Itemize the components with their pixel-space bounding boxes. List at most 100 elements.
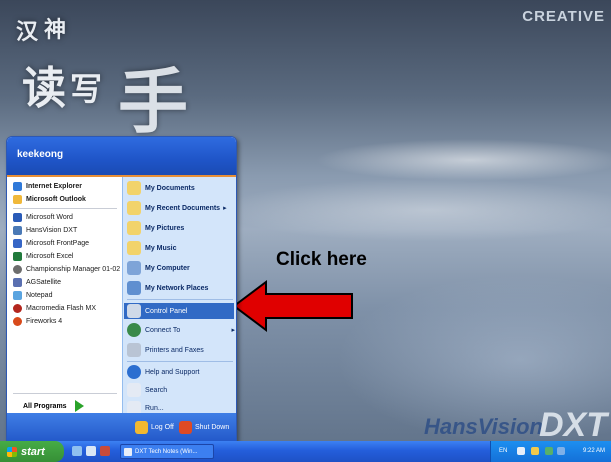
calligraphy-char: 手 (118, 60, 188, 143)
calligraphy-char: 汉 (16, 19, 39, 45)
search-icon (127, 383, 141, 397)
quick-launch-app-icon[interactable] (100, 446, 110, 456)
item-label: Microsoft Excel (26, 253, 74, 260)
item-label: My Pictures (145, 224, 185, 232)
callout-text: Click here (276, 249, 367, 270)
start-menu-right-pane: My Documents My Recent Documents ▸ My Pic… (122, 177, 236, 415)
submenu-arrow-icon: ▸ (231, 327, 235, 334)
submenu-arrow-icon: ▸ (223, 205, 227, 212)
music-icon (127, 241, 141, 255)
my-recent-documents-item[interactable]: My Recent Documents ▸ (127, 201, 227, 215)
item-label: HansVision DXT (26, 227, 78, 234)
search-item[interactable]: Search (127, 383, 167, 397)
item-label: Microsoft Word (26, 214, 73, 221)
satellite-icon (13, 278, 22, 287)
pinned-item-internet-explorer[interactable]: Internet Explorer (13, 182, 82, 191)
computer-icon (127, 261, 141, 275)
divider (127, 299, 233, 300)
fireworks-icon (13, 317, 22, 326)
help-and-support-item[interactable]: Help and Support (127, 365, 199, 379)
taskbar: start DXT Tech Notes (Win... EN 9:22 AM (0, 441, 611, 462)
item-label: My Network Places (145, 284, 209, 292)
recent-item-flash[interactable]: Macromedia Flash MX (13, 304, 96, 313)
my-pictures-item[interactable]: My Pictures (127, 221, 184, 235)
shut-down-icon (179, 421, 192, 434)
item-label: Connect To (145, 326, 181, 334)
log-off-button[interactable]: Log Off (135, 421, 174, 434)
log-off-label: Log Off (151, 424, 174, 431)
green-arrow-icon (74, 400, 84, 412)
my-documents-item[interactable]: My Documents (127, 181, 195, 195)
control-panel-item[interactable]: Control Panel (124, 303, 234, 319)
item-label: Printers and Faxes (145, 346, 204, 354)
frontpage-icon (13, 239, 22, 248)
connect-to-item[interactable]: Connect To ▸ (127, 323, 235, 337)
recent-item-fireworks[interactable]: Fireworks 4 (13, 317, 62, 326)
shut-down-button[interactable]: Shut Down (179, 421, 229, 434)
folder-icon (127, 181, 141, 195)
my-computer-item[interactable]: My Computer (127, 261, 190, 275)
item-label: My Computer (145, 264, 190, 272)
start-menu-left-pane: Internet Explorer Microsoft Outlook Micr… (7, 177, 122, 413)
item-label: Control Panel (145, 307, 188, 315)
start-button[interactable]: start (0, 441, 64, 462)
item-label: Help and Support (145, 368, 200, 376)
divider (13, 393, 117, 394)
item-label: Run... (145, 404, 164, 412)
printers-and-faxes-item[interactable]: Printers and Faxes (127, 343, 204, 357)
all-programs-button[interactable]: All Programs (23, 400, 84, 412)
recent-docs-icon (127, 201, 141, 215)
window-title: DXT Tech Notes (Win... (135, 448, 198, 455)
start-menu: keekeong Internet Explorer Microsoft Out… (6, 136, 237, 441)
recent-item-notepad[interactable]: Notepad (13, 291, 52, 300)
recent-item-agsatellite[interactable]: AGSatellite (13, 278, 61, 287)
tray-icon[interactable] (557, 447, 565, 455)
item-label: AGSatellite (26, 279, 62, 286)
quick-launch-desktop-icon[interactable] (86, 446, 96, 456)
recent-item-excel[interactable]: Microsoft Excel (13, 252, 73, 261)
recent-item-hansvision[interactable]: HansVision DXT (13, 226, 77, 235)
connect-icon (127, 323, 141, 337)
quick-launch-ie-icon[interactable] (72, 446, 82, 456)
item-label: My Documents (145, 184, 195, 192)
flash-icon (13, 304, 22, 313)
calligraphy-logo: 汉 神 读 写 手 (6, 6, 226, 156)
shut-down-label: Shut Down (195, 424, 230, 431)
start-label: start (21, 445, 45, 458)
pictures-icon (127, 221, 141, 235)
start-menu-header: keekeong (7, 137, 236, 177)
desktop-background: 汉 神 读 写 手 CREATIVE HansVision DXT Click … (0, 0, 611, 441)
my-music-item[interactable]: My Music (127, 241, 177, 255)
item-label: My Recent Documents (145, 204, 221, 212)
item-label: Microsoft Outlook (26, 196, 86, 203)
divider (127, 361, 233, 362)
system-tray: EN 9:22 AM (490, 441, 611, 462)
recent-item-championship[interactable]: Championship Manager 01-02 (13, 265, 120, 274)
item-label: Fireworks 4 (26, 318, 63, 325)
creative-logo: CREATIVE (522, 8, 605, 25)
control-panel-icon (127, 304, 141, 318)
clock: 9:22 AM (582, 448, 605, 454)
language-indicator[interactable]: EN (499, 448, 507, 454)
hansvision-logo: HansVision (424, 414, 543, 439)
pinned-item-outlook[interactable]: Microsoft Outlook (13, 195, 86, 204)
recent-item-word[interactable]: Microsoft Word (13, 213, 73, 222)
item-label: Macromedia Flash MX (26, 305, 97, 312)
all-programs-label: All Programs (23, 402, 67, 410)
recent-item-frontpage[interactable]: Microsoft FrontPage (13, 239, 89, 248)
taskbar-window-button[interactable]: DXT Tech Notes (Win... (120, 444, 214, 459)
dxt-logo: DXT (539, 406, 607, 441)
windows-flag-icon (7, 446, 17, 457)
word-icon (13, 213, 22, 222)
my-network-places-item[interactable]: My Network Places (127, 281, 208, 295)
hansvision-icon (13, 226, 22, 235)
tray-icon[interactable] (517, 447, 525, 455)
document-icon (124, 447, 132, 456)
item-label: Microsoft FrontPage (26, 240, 90, 247)
item-label: Search (145, 386, 168, 394)
start-menu-footer: Log Off Shut Down (7, 413, 236, 441)
item-label: Championship Manager 01-02 (26, 266, 121, 273)
tray-icon[interactable] (531, 447, 539, 455)
calligraphy-char: 读 (22, 63, 66, 114)
tray-icon[interactable] (545, 447, 553, 455)
